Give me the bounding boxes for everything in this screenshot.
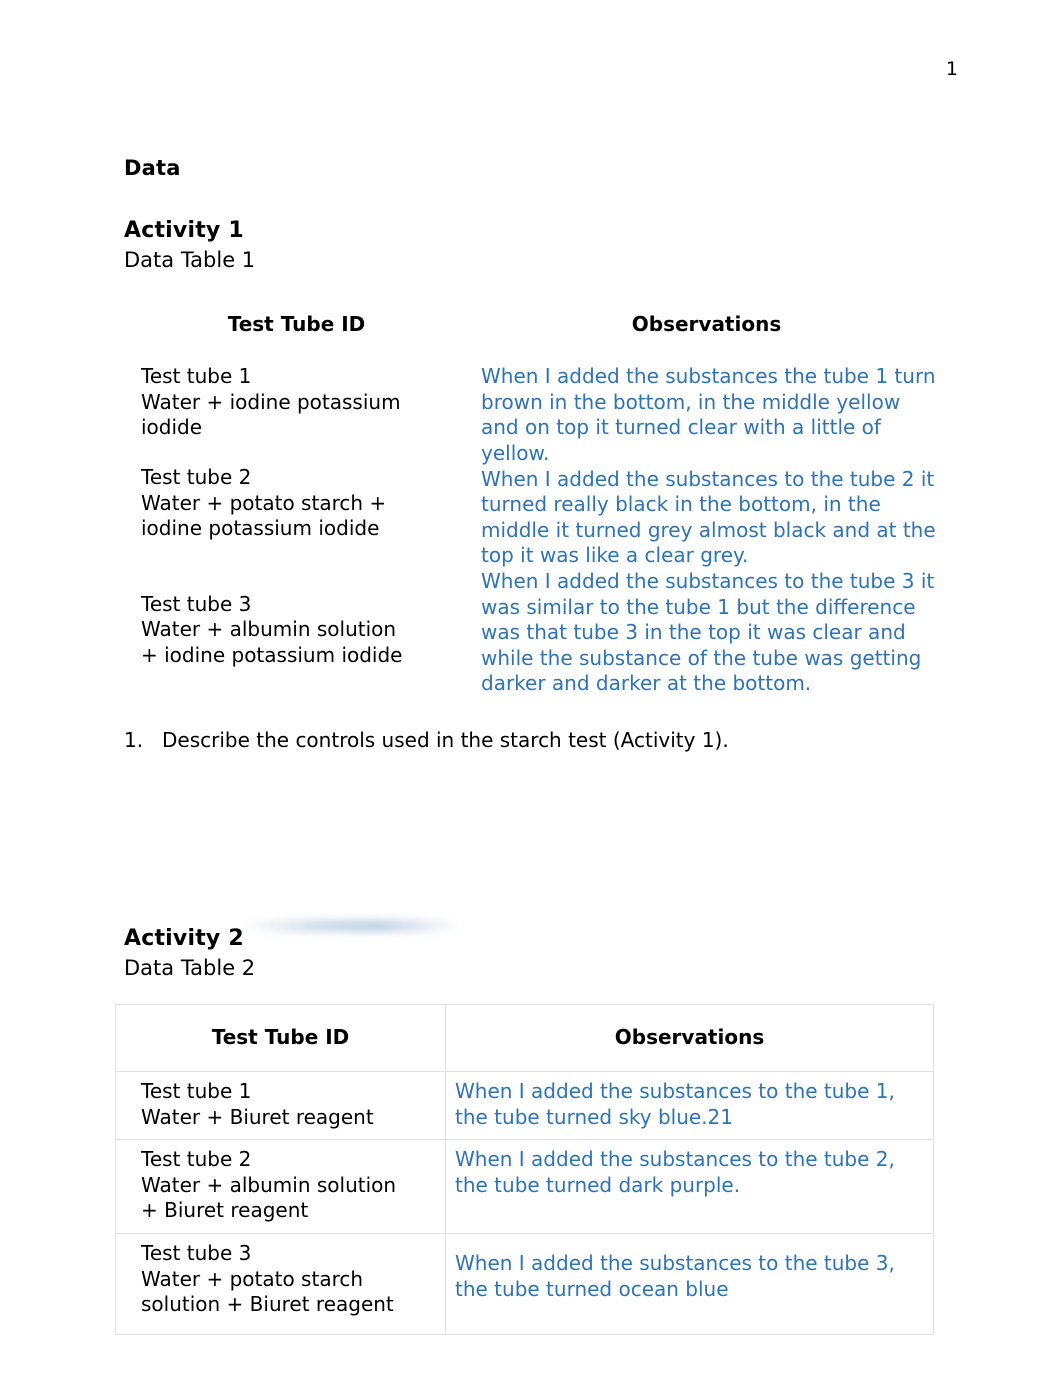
observation-text: When I added the substances to the tube … bbox=[481, 568, 935, 696]
observations-cell: When I added the substances to the tube … bbox=[445, 1070, 934, 1141]
observation-text: When I added the substances the tube 1 t… bbox=[481, 364, 936, 465]
observations-cell: When I added the substances to the tube … bbox=[445, 1232, 934, 1335]
tube-label: Test tube 3 bbox=[141, 591, 252, 616]
document-page: 1 Data Activity 1 Data Table 1 Test Tube… bbox=[0, 0, 1062, 1376]
test-tube-id-cell: Test tube 2 Water + albumin solution + B… bbox=[115, 1139, 446, 1234]
observations-cell: When I added the substances to the tube … bbox=[445, 1139, 934, 1234]
column-header-observations: Observations bbox=[631, 312, 782, 337]
observations-cell: When I added the substances the tube 1 t… bbox=[469, 364, 944, 697]
observation-text: When I added the substances to the tube … bbox=[481, 466, 936, 568]
question-number: 1. bbox=[124, 727, 144, 752]
page-number: 1 bbox=[945, 58, 958, 80]
data-table-2: Test Tube ID Observations Test tube 1 Wa… bbox=[115, 1004, 934, 1335]
tube-contents-line: Water + potato starch bbox=[141, 1266, 364, 1291]
tube-contents-line: Water + potato starch + bbox=[141, 490, 387, 515]
activity-2-block: Activity 2 Data Table 2 bbox=[124, 925, 944, 982]
tube-contents-line: Water + iodine potassium bbox=[141, 389, 401, 414]
column-header-test-tube-id: Test Tube ID bbox=[227, 312, 366, 337]
table-header-row: Test Tube ID Observations bbox=[115, 1004, 934, 1072]
tube-contents-line: Water + albumin solution bbox=[141, 617, 397, 642]
tube-label: Test tube 1 bbox=[141, 364, 252, 389]
question-list: 1. Describe the controls used in the sta… bbox=[124, 727, 944, 753]
question-text: Describe the controls used in the starch… bbox=[162, 727, 729, 752]
data-table-1-caption: Data Table 1 bbox=[124, 247, 256, 272]
tube-contents-line: Water + Biuret reagent bbox=[141, 1104, 374, 1129]
table-header-row: Test Tube ID Observations bbox=[124, 312, 944, 364]
table-row: Test tube 3 Water + potato starch soluti… bbox=[115, 1232, 934, 1335]
document-body: Data Activity 1 Data Table 1 Test Tube I… bbox=[124, 155, 944, 753]
data-table-1: Test Tube ID Observations Test tube 1 Wa… bbox=[124, 312, 944, 697]
tube-entry-2: Test tube 2 Water + potato starch + iodi… bbox=[141, 465, 459, 542]
tube-contents-line: solution + Biuret reagent bbox=[141, 1292, 394, 1317]
question-item: 1. Describe the controls used in the sta… bbox=[124, 727, 944, 753]
section-heading-data: Data bbox=[124, 156, 181, 180]
tube-label: Test tube 2 bbox=[141, 464, 252, 489]
tube-contents-line: + Biuret reagent bbox=[141, 1198, 309, 1223]
tube-contents-line: iodine potassium iodide bbox=[141, 516, 380, 541]
tube-entry-3: Test tube 3 Water + albumin solution + i… bbox=[141, 592, 459, 669]
data-table-2-wrapper: Test Tube ID Observations Test tube 1 Wa… bbox=[115, 1004, 934, 1335]
tube-label: Test tube 1 bbox=[141, 1079, 252, 1103]
tube-label: Test tube 3 bbox=[141, 1240, 252, 1265]
table-row: Test tube 1 Water + iodine potassium iod… bbox=[124, 364, 944, 697]
tube-entry-1: Test tube 1 Water + iodine potassium iod… bbox=[141, 364, 459, 441]
tube-label: Test tube 2 bbox=[141, 1147, 252, 1172]
test-tube-id-cell: Test tube 1 Water + Biuret reagent bbox=[115, 1070, 446, 1141]
column-header-observations: Observations bbox=[445, 1004, 934, 1072]
table-row: Test tube 1 Water + Biuret reagent When … bbox=[115, 1070, 934, 1141]
tube-contents-line: Water + albumin solution bbox=[141, 1172, 397, 1197]
table-row: Test tube 2 Water + albumin solution + B… bbox=[115, 1139, 934, 1234]
tube-contents-line: + iodine potassium iodide bbox=[141, 642, 403, 667]
test-tube-id-cell: Test tube 3 Water + potato starch soluti… bbox=[115, 1232, 446, 1335]
test-tube-id-cell: Test tube 1 Water + iodine potassium iod… bbox=[124, 364, 469, 697]
tube-contents-line: iodide bbox=[141, 415, 203, 440]
activity-2-heading: Activity 2 bbox=[124, 926, 244, 951]
activity-1-heading: Activity 1 bbox=[124, 218, 244, 244]
column-header-test-tube-id: Test Tube ID bbox=[115, 1004, 446, 1072]
data-table-2-caption: Data Table 2 bbox=[124, 955, 256, 980]
